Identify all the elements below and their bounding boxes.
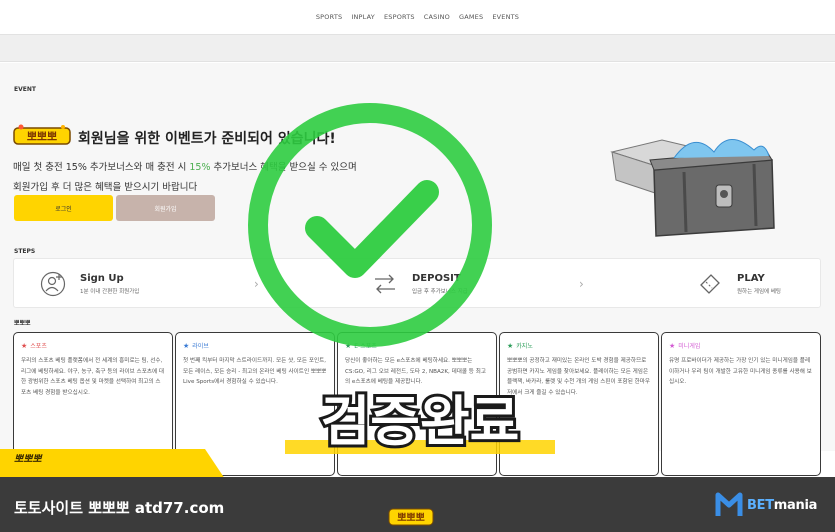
svg-text:뽀뽀뽀: 뽀뽀뽀 (14, 454, 43, 465)
ticket-icon (700, 274, 720, 294)
step-play-desc: 원하는 게임에 베팅 (737, 289, 781, 295)
top-navigation: SPORTS INPLAY ESPORTS CASINO GAMES EVENT… (0, 0, 835, 34)
steps-section-title: STEPS (14, 248, 36, 255)
card-casino-title: 카지노 (516, 343, 533, 350)
footer-title: 토토사이트 뽀뽀뽀 atd77.com (14, 499, 225, 517)
nav-esports[interactable]: ESPORTS (384, 13, 415, 21)
step-signup-desc: 1분 이내 간편한 회원가입 (80, 289, 140, 295)
star-icon: ★ (183, 341, 190, 350)
verified-check-icon (248, 103, 492, 347)
footer-site-logo: 뽀뽀뽀 (388, 508, 434, 526)
betmania-logo: BETmania (715, 490, 825, 520)
star-icon: ★ (507, 341, 514, 350)
card-minigame-body: 유명 프로바이더가 제공하는 가장 인기 있는 미니게임을 플레이하거나 우리 … (669, 358, 812, 385)
card-minigame[interactable]: ★ 미니게임 유명 프로바이더가 제공하는 가장 인기 있는 미니게임을 플레이하… (661, 332, 821, 476)
card-sports-title: 스포츠 (30, 343, 47, 350)
step-signup: Sign Up 1분 이내 간편한 회원가입 (40, 259, 139, 309)
betmania-wordmark: BETmania (747, 497, 818, 513)
svg-text:검증완료: 검증완료 (321, 390, 520, 453)
nav-sports[interactable]: SPORTS (316, 13, 343, 21)
nav-events[interactable]: EVENTS (492, 13, 519, 21)
treasure-chest-illustration (610, 139, 775, 237)
nav-inplay[interactable]: INPLAY (351, 13, 375, 21)
brand-ribbon: 뽀뽀뽀 (0, 449, 225, 479)
card-minigame-title: 미니게임 (678, 343, 701, 350)
chevron-right-icon: › (579, 277, 584, 291)
sub-bar (0, 34, 835, 62)
user-plus-icon (40, 271, 66, 297)
nav-games[interactable]: GAMES (459, 13, 483, 21)
card-live-title: 라이브 (192, 343, 209, 350)
star-icon: ★ (669, 341, 676, 350)
svg-text:뽀뽀뽀: 뽀뽀뽀 (27, 130, 57, 143)
event-section-title: EVENT (14, 86, 36, 93)
join-button[interactable]: 회원가입 (116, 195, 215, 221)
event-description-line2: 회원가입 후 더 많은 혜택을 받으시기 바랍니다 (13, 182, 198, 193)
step-play-title: PLAY (737, 273, 765, 284)
nav-casino[interactable]: CASINO (424, 13, 450, 21)
star-icon: ★ (21, 341, 28, 350)
verified-stamp: 검증완료 (285, 387, 555, 456)
login-button[interactable]: 로그인 (14, 195, 113, 221)
step-play: PLAY 원하는 게임에 베팅 (697, 259, 781, 309)
step-signup-title: Sign Up (80, 273, 124, 284)
games-section-title: 뽀뽀뽀 (14, 320, 31, 327)
card-sports-body: 우리의 스포츠 베팅 플랫폼에서 전 세계의 흥미로는 팀, 선수, 리그에 베… (21, 358, 165, 396)
site-logo: 뽀뽀뽀 (13, 124, 71, 145)
svg-text:뽀뽀뽀: 뽀뽀뽀 (397, 512, 425, 524)
betmania-mark-icon (715, 492, 743, 516)
